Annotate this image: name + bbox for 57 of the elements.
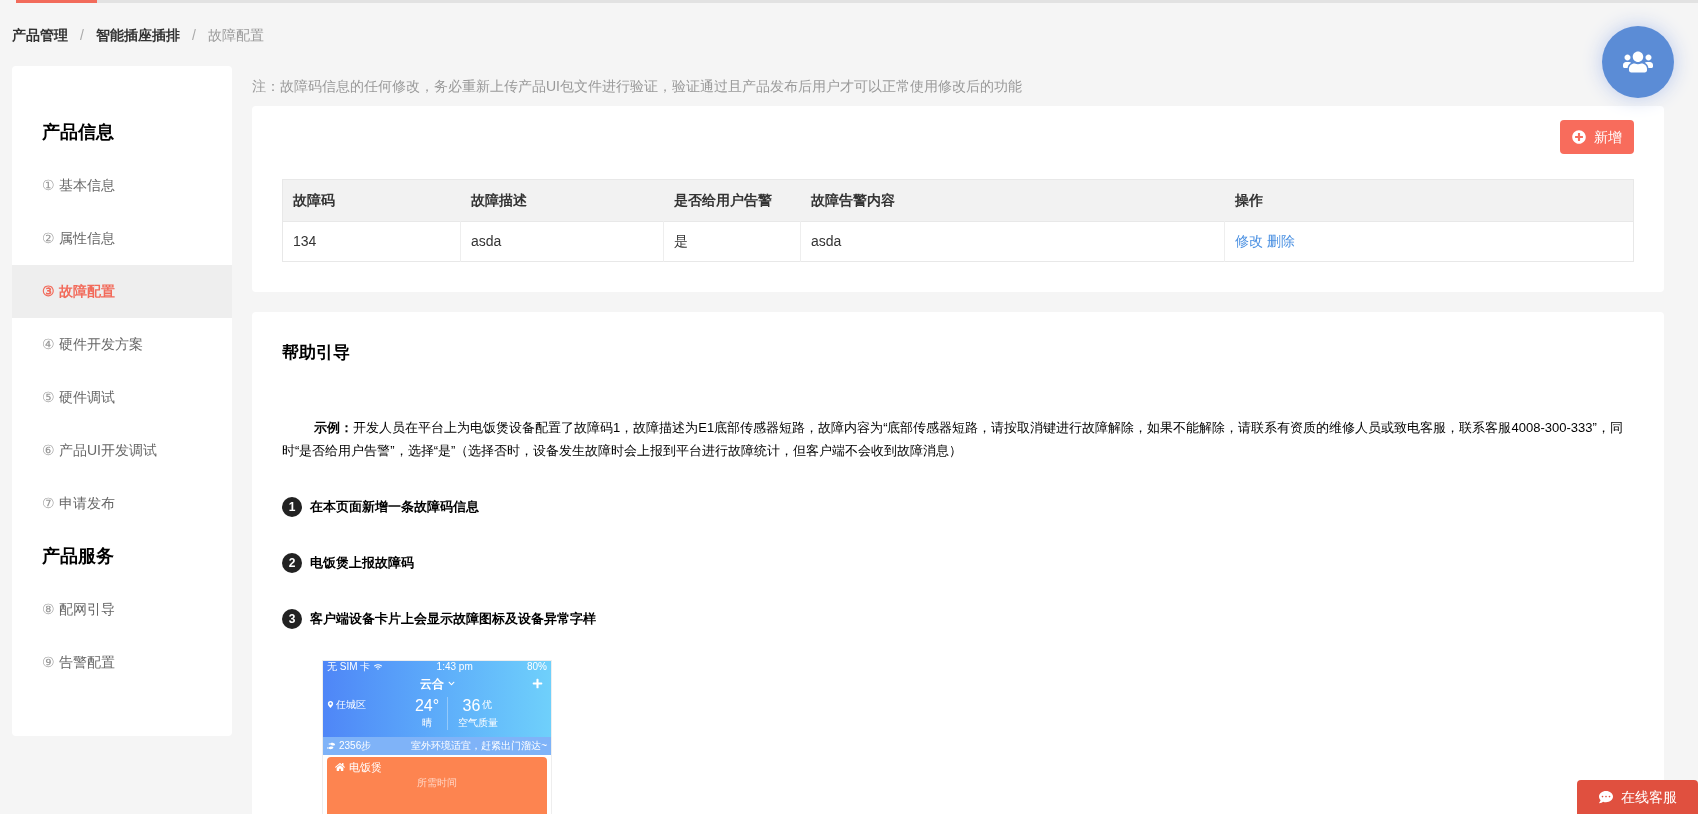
- step-number: 3: [282, 608, 302, 629]
- aqi-label: 空气质量: [457, 715, 498, 730]
- sidebar-item[interactable]: ② 属性信息: [12, 212, 232, 265]
- sidebar-item[interactable]: ⑨ 告警配置: [12, 636, 232, 689]
- column-header: 故障描述: [460, 179, 664, 222]
- sidebar-item[interactable]: ④ 硬件开发方案: [12, 318, 232, 371]
- aqi-level: 优: [482, 697, 493, 712]
- table-cell: asda: [800, 221, 1225, 262]
- weather-text: 晴: [422, 715, 432, 730]
- sidebar-item[interactable]: ① 基本信息: [12, 159, 232, 212]
- contacts-button[interactable]: [1602, 26, 1674, 98]
- note-text: 注：故障码信息的任何修改，务必重新上传产品UI包文件进行验证，验证通过且产品发布后用户才可以正常使用修改后的功能: [252, 76, 1023, 96]
- tip-text: 室外环境适宜，赶紧出门溜达~: [411, 739, 547, 753]
- example-paragraph: 示例：开发人员在平台上为电饭煲设备配置了故障码1，故障描述为E1底部传感器短路，故障内容为“底部传感器短路，请按取消键进行故障解除，如果不能解除，请联系有资质的维修人员或致电客服，联系客服4008-300-333”，同时“是否给用户告警”，选择“是”（选择否时，设备发生故障时会上报到平台进行故障统计，但客户端不会收到故障消息）: [282, 418, 1624, 460]
- device-name: 电饭煲: [349, 759, 382, 775]
- table-cell: asda: [460, 221, 664, 262]
- chevron-icon: [447, 680, 455, 687]
- sidebar-item[interactable]: ⑤ 硬件调试: [12, 371, 232, 424]
- breadcrumb-item: 故障配置: [207, 25, 264, 45]
- step-number: 1: [282, 496, 302, 517]
- section-heading: 产品信息: [41, 121, 115, 144]
- sidebar-item[interactable]: ⑥ 产品UI开发调试: [12, 424, 232, 477]
- home-title: 云合: [419, 675, 444, 693]
- breadcrumb-separator: /: [80, 25, 84, 45]
- table-cell: 是: [663, 221, 801, 262]
- column-header: 操作: [1224, 179, 1634, 222]
- location-pin-icon: [327, 700, 334, 708]
- step-count: 2356步: [339, 739, 372, 753]
- column-header: 故障码: [282, 179, 461, 222]
- battery-text: 80%: [527, 660, 547, 674]
- step-text: 在本页面新增一条故障码信息: [310, 497, 479, 516]
- step-text: 客户端设备卡片上会显示故障图标及设备异常字样: [310, 609, 596, 628]
- carrier-text: 无 SIM 卡: [327, 660, 371, 674]
- time-text: 1:43 pm: [436, 660, 473, 674]
- temperature-text: 24°: [414, 696, 440, 715]
- chat-icon: [1598, 790, 1613, 804]
- action-link[interactable]: 修改: [1235, 231, 1263, 252]
- action-link[interactable]: 删除: [1267, 231, 1295, 252]
- breadcrumb-separator: /: [191, 25, 196, 45]
- add-icon: [532, 677, 543, 689]
- location-text: 任城区: [336, 697, 366, 712]
- section-heading: 产品服务: [41, 545, 115, 568]
- step-number: 2: [282, 552, 302, 573]
- sidebar-item[interactable]: ⑦ 申请发布: [12, 477, 232, 530]
- table-cell: 134: [282, 221, 461, 262]
- device-subtext: 所需时间: [416, 776, 458, 790]
- sidebar-item[interactable]: ⑧ 配网引导: [12, 583, 232, 636]
- wifi-icon: [374, 662, 383, 671]
- aqi-value: 36: [462, 696, 481, 715]
- online-service-button[interactable]: 在线客服: [1577, 780, 1698, 814]
- plus-icon: [1572, 130, 1586, 144]
- breadcrumb-item[interactable]: 产品管理: [12, 24, 68, 46]
- help-title: 帮助引导: [282, 342, 351, 364]
- breadcrumb-item[interactable]: 智能插座插排: [95, 24, 180, 46]
- column-header: 是否给用户告警: [663, 179, 801, 222]
- column-header: 故障告警内容: [800, 179, 1225, 222]
- step-text: 电饭煲上报故障码: [310, 553, 414, 572]
